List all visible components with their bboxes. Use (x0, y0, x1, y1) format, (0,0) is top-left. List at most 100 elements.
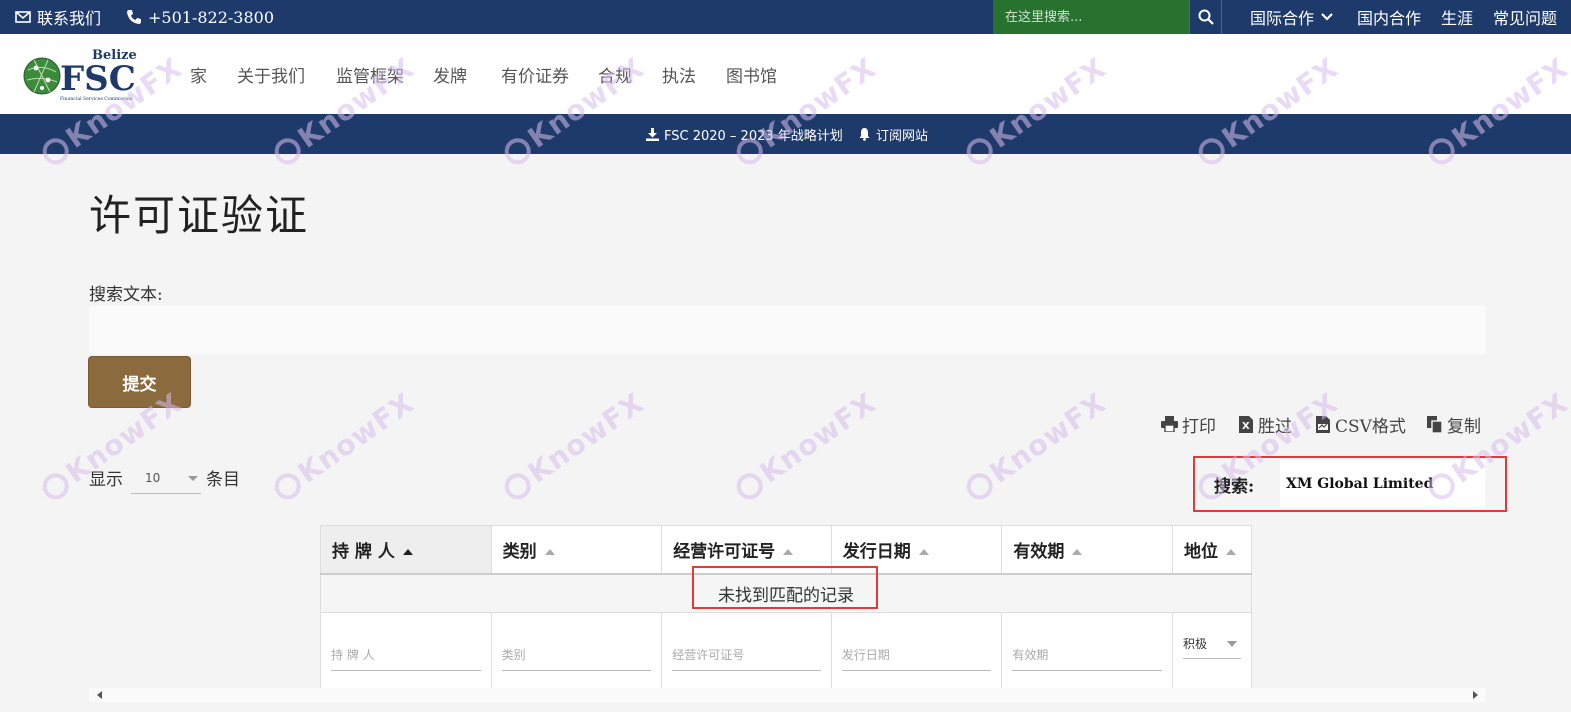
copy-label: 复制 (1447, 416, 1481, 437)
filter-cell-expiry (1001, 612, 1173, 689)
license-table: 持 牌 人 类别 经营许可证号 发行日期 有效期 地位 未找到匹配的记录 积极 (320, 525, 1253, 689)
announcement-banner: FSC 2020 – 2023 年战略计划 订阅网站 (0, 114, 1571, 154)
site-search-button[interactable] (1189, 0, 1222, 34)
nav-domestic-cooperation[interactable]: 国内合作 (1357, 0, 1421, 34)
nav-regulatory-label: 监管框架 (336, 66, 404, 87)
search-text-label: 搜索文本: (89, 285, 163, 305)
nav-careers[interactable]: 生涯 (1441, 0, 1473, 34)
filter-expiry-input[interactable] (1012, 640, 1162, 671)
strategic-plan-label: FSC 2020 – 2023 年战略计划 (664, 128, 843, 144)
download-icon (646, 127, 659, 141)
col-issue-date-label: 发行日期 (842, 541, 911, 562)
copy-button[interactable]: 复制 (1427, 412, 1481, 437)
col-header-expiry[interactable]: 有效期 (1001, 525, 1173, 575)
entries-label: 条目 (206, 470, 240, 490)
nav-securities[interactable]: 有价证券 (501, 34, 569, 114)
nav-licensing[interactable]: 发牌 (433, 34, 467, 114)
strategic-plan-link[interactable]: FSC 2020 – 2023 年战略计划 (646, 114, 843, 154)
filter-licensee-input[interactable] (331, 640, 481, 671)
excel-file-icon: X (1239, 415, 1253, 433)
table-filter-input[interactable] (1280, 460, 1485, 508)
status-filter-select[interactable]: 积极 (1182, 629, 1241, 659)
knowfx-watermark: KnowFX (267, 386, 420, 507)
knowfx-logo-icon (269, 467, 306, 505)
col-header-category[interactable]: 类别 (490, 525, 663, 575)
nav-faq-label: 常见问题 (1493, 9, 1558, 28)
csv-label: CSV格式 (1335, 416, 1406, 437)
nav-home[interactable]: 家 (190, 34, 207, 114)
printer-icon (1161, 416, 1178, 432)
bell-icon (859, 128, 870, 141)
knowfx-logo-icon (37, 467, 74, 505)
knowfx-watermark: KnowFX (497, 386, 650, 507)
nav-securities-label: 有价证券 (501, 66, 569, 87)
chevron-down-icon (1321, 13, 1333, 21)
search-text-input[interactable] (89, 306, 1486, 354)
col-header-status[interactable]: 地位 (1171, 525, 1253, 575)
phone-icon (127, 10, 141, 24)
nav-regulatory-framework[interactable]: 监管框架 (336, 34, 404, 114)
knowfx-watermark: KnowFX (959, 386, 1112, 507)
filter-license-number-input[interactable] (672, 640, 821, 671)
nav-about-us[interactable]: 关于我们 (237, 34, 305, 114)
col-expiry-label: 有效期 (1013, 541, 1065, 562)
nav-library-label: 图书馆 (726, 66, 777, 87)
nav-faq[interactable]: 常见问题 (1493, 0, 1557, 34)
col-header-licensee[interactable]: 持 牌 人 (320, 525, 492, 575)
horizontal-scrollbar[interactable] (89, 688, 1486, 702)
top-utility-bar: 联系我们 +501-822-3800 国际合作 国内合作 生涯 常见问题 (0, 0, 1571, 34)
page-title: 许可证验证 (89, 191, 310, 240)
no-records-message: 未找到匹配的记录 (320, 573, 1252, 613)
knowfx-watermark: KnowFX (729, 386, 882, 507)
nav-compliance[interactable]: 合规 (598, 34, 632, 114)
status-filter-value: 积极 (1182, 636, 1207, 651)
filter-cell-category (490, 612, 663, 689)
col-category-label: 类别 (502, 541, 537, 562)
col-licensee-label: 持 牌 人 (332, 541, 395, 562)
contact-us-link[interactable]: 联系我们 (15, 0, 101, 34)
phone-link[interactable]: +501-822-3800 (126, 0, 274, 34)
site-search-input[interactable] (993, 0, 1189, 34)
print-label: 打印 (1182, 416, 1216, 437)
sort-icon (783, 549, 794, 556)
nav-enforcement-label: 执法 (662, 66, 696, 87)
nav-enforcement[interactable]: 执法 (662, 34, 696, 114)
nav-domestic-label: 国内合作 (1357, 9, 1422, 28)
sort-icon (1225, 549, 1236, 556)
csv-file-icon (1316, 415, 1330, 433)
col-license-number-label: 经营许可证号 (673, 541, 776, 562)
logo-fsc-text: FSC (60, 59, 136, 99)
nav-library[interactable]: 图书馆 (726, 34, 777, 114)
filter-cell-status: 积极 (1171, 612, 1253, 689)
nav-home-label: 家 (190, 66, 207, 87)
scroll-left-icon[interactable] (97, 691, 102, 699)
svg-text:X: X (1242, 421, 1250, 432)
nav-international-cooperation[interactable]: 国际合作 (1250, 0, 1334, 34)
excel-button[interactable]: X 胜过 (1238, 412, 1292, 437)
subscribe-link[interactable]: 订阅网站 (858, 114, 928, 154)
table-header-row: 持 牌 人 类别 经营许可证号 发行日期 有效期 地位 (320, 525, 1253, 575)
knowfx-logo-icon (731, 467, 768, 505)
excel-label: 胜过 (1258, 416, 1292, 437)
filter-issue-date-input[interactable] (841, 640, 992, 671)
col-header-license-number[interactable]: 经营许可证号 (661, 525, 832, 575)
column-filter-row: 积极 (320, 612, 1253, 689)
page-length-select[interactable]: 10 (131, 462, 201, 494)
knowfx-watermark-text: KnowFX (983, 386, 1113, 490)
col-header-issue-date[interactable]: 发行日期 (830, 525, 1003, 575)
nav-licensing-label: 发牌 (433, 66, 467, 87)
knowfx-logo-icon (961, 467, 998, 505)
subscribe-label: 订阅网站 (876, 128, 929, 144)
submit-button[interactable]: 提交 (88, 356, 191, 408)
site-header: Belize FSC Financial Services Commission (0, 34, 1571, 114)
caret-down-icon (188, 476, 198, 481)
csv-button[interactable]: CSV格式 (1315, 412, 1406, 437)
scroll-right-icon[interactable] (1473, 691, 1478, 699)
print-button[interactable]: 打印 (1161, 412, 1216, 437)
phone-number: +501-822-3800 (148, 7, 275, 27)
filter-label: 搜索: (1214, 477, 1255, 497)
fsc-logo[interactable]: Belize FSC Financial Services Commission (22, 46, 144, 104)
knowfx-logo-icon (499, 467, 536, 505)
filter-category-input[interactable] (501, 640, 652, 671)
empty-row: 未找到匹配的记录 (320, 573, 1252, 613)
